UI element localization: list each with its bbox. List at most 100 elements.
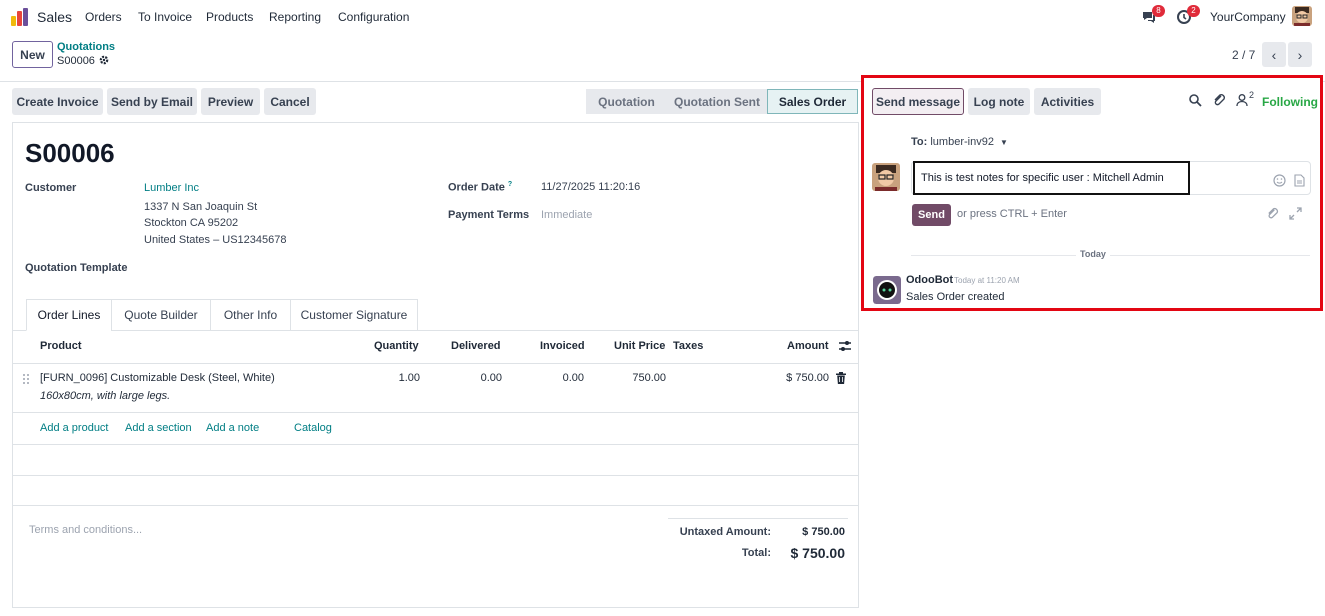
recipients-line[interactable]: To: lumber-inv92 ▼	[911, 136, 1008, 148]
column-header-amount[interactable]: Amount	[787, 340, 829, 352]
tab-quote-builder[interactable]: Quote Builder	[111, 299, 211, 331]
address-line: 1337 N San Joaquin St	[144, 201, 258, 213]
quotation-template-label: Quotation Template	[25, 262, 128, 274]
order-date-value[interactable]: 11/27/2025 11:20:16	[541, 181, 640, 193]
row-divider	[13, 412, 858, 413]
optional-columns-icon[interactable]	[838, 340, 852, 355]
quantity-cell[interactable]: 1.00	[370, 372, 420, 384]
delivered-cell[interactable]: 0.00	[452, 372, 502, 384]
activities-badge: 2	[1187, 5, 1200, 17]
payment-terms-field[interactable]: Immediate	[541, 209, 592, 221]
add-product-link[interactable]: Add a product	[40, 422, 109, 434]
stage-sales-order[interactable]: Sales Order	[767, 89, 858, 114]
pager-value[interactable]: 2 / 7	[1232, 48, 1255, 62]
payment-terms-label: Payment Terms	[448, 209, 530, 221]
tab-order-lines[interactable]: Order Lines	[26, 299, 112, 331]
customer-label: Customer	[25, 182, 77, 194]
document-template-icon[interactable]	[1294, 174, 1305, 190]
stage-quotation-sent[interactable]: Quotation Sent	[667, 89, 767, 114]
menu-orders[interactable]: Orders	[85, 10, 122, 24]
untaxed-amount-value: $ 750.00	[802, 526, 845, 538]
description-cell[interactable]: 160x80cm, with large legs.	[40, 390, 170, 402]
drag-handle-icon[interactable]	[22, 373, 30, 388]
preview-button[interactable]: Preview	[201, 88, 260, 115]
messages-icon[interactable]: 8	[1141, 5, 1165, 25]
gear-icon[interactable]	[99, 55, 109, 68]
recipient-value: lumber-inv92	[930, 136, 994, 148]
column-header-product[interactable]: Product	[40, 340, 82, 352]
emoji-icon[interactable]	[1273, 174, 1286, 190]
activities-button[interactable]: Activities	[1034, 88, 1101, 115]
chevron-left-icon: ‹	[1271, 46, 1277, 63]
following-button[interactable]: Following	[1262, 95, 1318, 109]
caret-down-icon[interactable]: ▼	[1000, 138, 1008, 147]
terms-and-conditions-field[interactable]: Terms and conditions...	[29, 524, 142, 536]
paperclip-icon[interactable]	[1212, 93, 1226, 107]
expand-composer-icon[interactable]	[1289, 207, 1302, 223]
stage-quotation[interactable]: Quotation	[586, 89, 667, 114]
odoobot-avatar[interactable]	[873, 276, 901, 304]
top-navbar: Sales Orders To Invoice Products Reporti…	[0, 0, 1325, 34]
new-button[interactable]: New	[12, 41, 53, 68]
trash-icon[interactable]	[836, 372, 846, 387]
menu-to-invoice[interactable]: To Invoice	[138, 10, 192, 24]
app-name[interactable]: Sales	[37, 9, 72, 25]
add-section-link[interactable]: Add a section	[125, 422, 192, 434]
amount-cell: $ 750.00	[786, 372, 829, 384]
add-note-link[interactable]: Add a note	[206, 422, 259, 434]
pager-previous-button[interactable]: ‹	[1262, 42, 1286, 67]
breadcrumb-quotations[interactable]: Quotations	[57, 41, 115, 53]
user-avatar[interactable]	[1292, 6, 1312, 26]
order-date-label: Order Date ?	[448, 181, 513, 194]
column-header-unit-price[interactable]: Unit Price	[614, 340, 665, 352]
to-label: To:	[911, 136, 928, 148]
breadcrumb-record: S00006	[57, 55, 95, 67]
followers-icon[interactable]: 2	[1236, 90, 1258, 107]
activities-clock-icon[interactable]: 2	[1176, 5, 1200, 25]
product-cell[interactable]: [FURN_0096] Customizable Desk (Steel, Wh…	[40, 372, 275, 384]
tab-customer-signature[interactable]: Customer Signature	[290, 299, 418, 331]
sales-app-icon[interactable]	[11, 8, 29, 26]
message-author[interactable]: OdooBot	[906, 274, 953, 286]
date-separator	[911, 255, 1310, 256]
address-line: Stockton CA 95202	[144, 217, 239, 229]
customer-link[interactable]: Lumber Inc	[144, 182, 199, 194]
column-header-quantity[interactable]: Quantity	[374, 340, 419, 352]
messages-badge: 8	[1152, 5, 1165, 17]
invoiced-cell[interactable]: 0.00	[534, 372, 584, 384]
address-line: United States – US12345678	[144, 234, 287, 246]
followers-count: 2	[1249, 90, 1255, 100]
log-note-button[interactable]: Log note	[968, 88, 1030, 115]
menu-reporting[interactable]: Reporting	[269, 10, 321, 24]
chevron-right-icon: ›	[1297, 46, 1303, 63]
unit-price-cell[interactable]: 750.00	[616, 372, 666, 384]
cancel-button[interactable]: Cancel	[264, 88, 316, 115]
record-title: S00006	[25, 138, 115, 168]
create-invoice-button[interactable]: Create Invoice	[12, 88, 103, 115]
help-tooltip-icon[interactable]: ?	[508, 181, 512, 188]
menu-products[interactable]: Products	[206, 10, 253, 24]
send-message-button[interactable]: Send message	[872, 88, 964, 115]
untaxed-amount-label: Untaxed Amount:	[679, 526, 771, 538]
row-divider	[13, 475, 858, 476]
search-icon[interactable]	[1188, 93, 1202, 107]
tab-other-info[interactable]: Other Info	[210, 299, 291, 331]
total-value: $ 750.00	[790, 545, 846, 561]
column-header-invoiced[interactable]: Invoiced	[540, 340, 585, 352]
send-by-email-button[interactable]: Send by Email	[107, 88, 197, 115]
column-header-delivered[interactable]: Delivered	[451, 340, 501, 352]
message-date: Today at 11:20 AM	[954, 276, 1020, 285]
pager-next-button[interactable]: ›	[1288, 42, 1312, 67]
menu-configuration[interactable]: Configuration	[338, 10, 409, 24]
date-separator-label: Today	[1076, 249, 1110, 259]
row-divider	[13, 363, 858, 364]
row-divider	[13, 505, 858, 506]
row-divider	[13, 444, 858, 445]
catalog-link[interactable]: Catalog	[294, 422, 332, 434]
company-switcher[interactable]: YourCompany	[1210, 10, 1286, 24]
message-composer-input[interactable]: This is test notes for specific user : M…	[913, 161, 1190, 195]
send-button[interactable]: Send	[912, 204, 951, 226]
totals-divider	[668, 518, 848, 519]
attach-file-icon[interactable]	[1266, 207, 1279, 223]
column-header-taxes[interactable]: Taxes	[673, 340, 703, 352]
